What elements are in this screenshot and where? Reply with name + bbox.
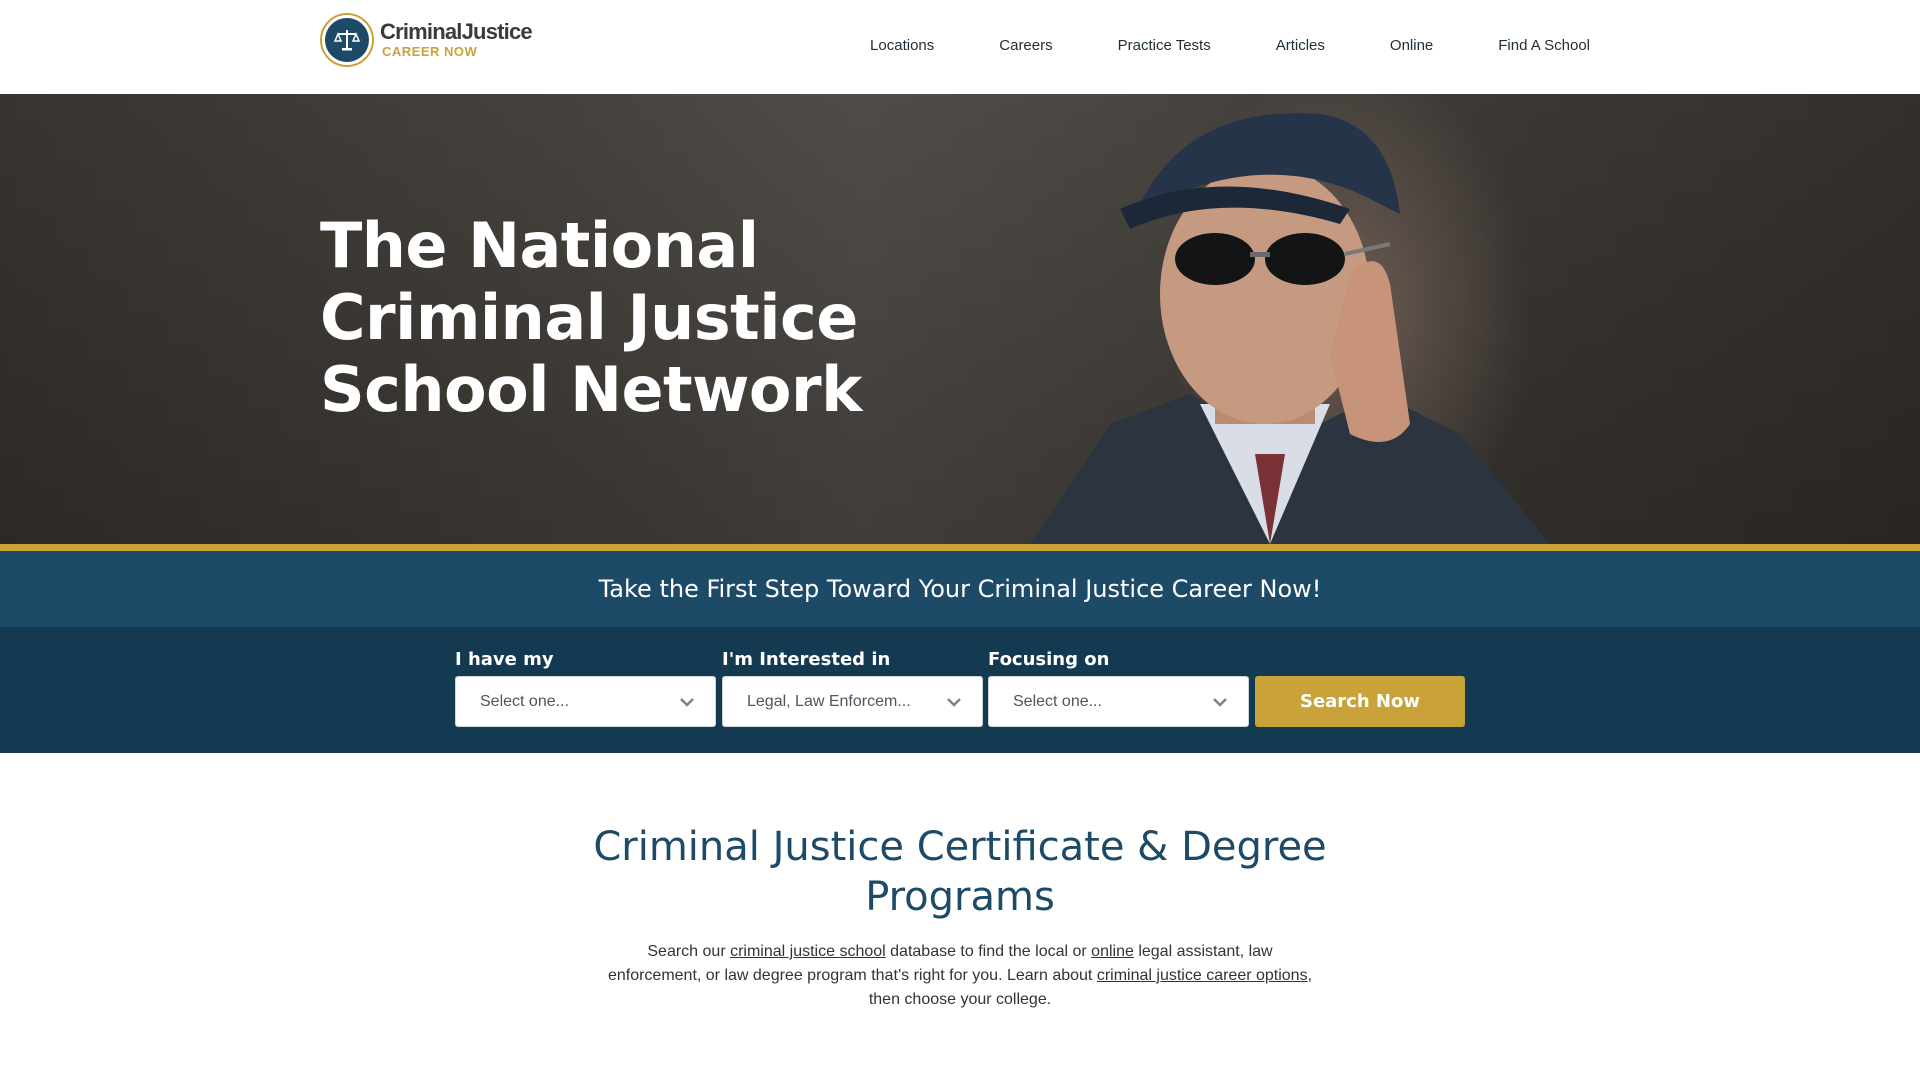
nav-find-a-school[interactable]: Find A School bbox=[1498, 37, 1590, 54]
gold-divider bbox=[0, 544, 1920, 551]
chevron-down-icon bbox=[947, 697, 961, 707]
scales-of-justice-icon bbox=[325, 18, 369, 62]
section-description: Search our criminal justice school datab… bbox=[600, 940, 1320, 1012]
site-logo[interactable]: CriminalJustice CAREER NOW bbox=[320, 13, 533, 67]
hero-title: The National Criminal Justice School Net… bbox=[320, 209, 862, 426]
cta-band: Take the First Step Toward Your Criminal… bbox=[0, 551, 1920, 627]
cta-text: Take the First Step Toward Your Criminal… bbox=[598, 575, 1322, 603]
interest-field: I'm Interested in Legal, Law Enforcem... bbox=[722, 649, 983, 727]
career-options-link[interactable]: criminal justice career options bbox=[1097, 967, 1308, 984]
nav-careers[interactable]: Careers bbox=[999, 37, 1052, 54]
school-search-form: I have my Select one... I'm Interested i… bbox=[0, 627, 1920, 753]
focus-value: Select one... bbox=[1013, 692, 1102, 710]
section-title: Criminal Justice Certificate & Degree Pr… bbox=[593, 824, 1327, 920]
chevron-down-icon bbox=[680, 697, 694, 707]
hero-banner: The National Criminal Justice School Net… bbox=[0, 94, 1920, 544]
hero-security-officer-image bbox=[1030, 113, 1550, 544]
focus-select[interactable]: Select one... bbox=[988, 676, 1249, 727]
logo-text: CriminalJustice CAREER NOW bbox=[380, 19, 533, 60]
logo-subtitle: CAREER NOW bbox=[382, 44, 478, 59]
criminal-justice-school-link[interactable]: criminal justice school bbox=[730, 943, 886, 960]
body-text: database to find the local or bbox=[885, 943, 1092, 960]
chevron-down-icon bbox=[1213, 697, 1227, 707]
degree-level-label: I have my bbox=[455, 649, 554, 670]
search-now-button[interactable]: Search Now bbox=[1255, 676, 1465, 727]
degree-level-value: Select one... bbox=[480, 692, 569, 710]
online-link[interactable]: online bbox=[1091, 943, 1134, 960]
interest-label: I'm Interested in bbox=[722, 649, 891, 670]
degree-level-field: I have my Select one... bbox=[455, 649, 716, 727]
body-text: Search our bbox=[647, 943, 731, 960]
interest-select[interactable]: Legal, Law Enforcem... bbox=[722, 676, 983, 727]
hero-background bbox=[0, 94, 1920, 544]
nav-online[interactable]: Online bbox=[1390, 37, 1433, 54]
site-header: CriminalJustice CAREER NOW Locations Car… bbox=[0, 0, 1920, 94]
nav-locations[interactable]: Locations bbox=[870, 37, 934, 54]
focus-field: Focusing on Select one... bbox=[988, 649, 1249, 727]
logo-badge bbox=[320, 13, 374, 67]
nav-articles[interactable]: Articles bbox=[1276, 37, 1325, 54]
logo-title: CriminalJustice bbox=[380, 19, 533, 44]
degree-level-select[interactable]: Select one... bbox=[455, 676, 716, 727]
nav-practice-tests[interactable]: Practice Tests bbox=[1118, 37, 1211, 54]
main-nav: Locations Careers Practice Tests Article… bbox=[805, 37, 1590, 54]
focus-label: Focusing on bbox=[988, 649, 1110, 670]
interest-value: Legal, Law Enforcem... bbox=[747, 692, 911, 710]
